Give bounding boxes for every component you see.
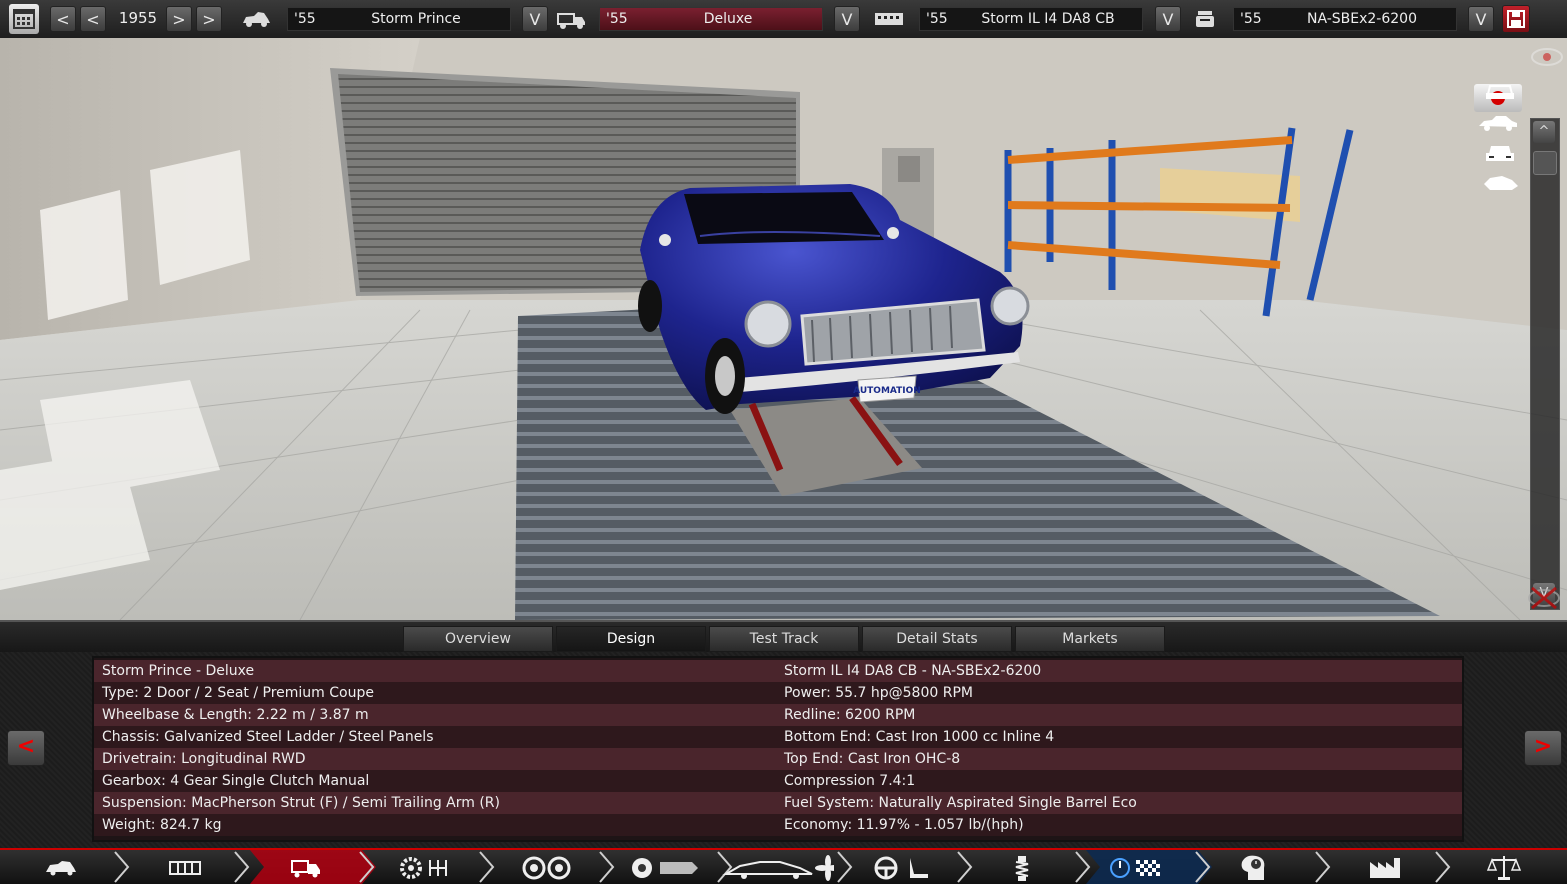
- engine-spec-top-end: Top End: Cast Iron OHC-8: [784, 751, 961, 767]
- eye-icon[interactable]: [1530, 46, 1564, 68]
- model-dropdown-button[interactable]: V: [522, 6, 548, 32]
- engine-spec-compression: Compression 7.4:1: [784, 773, 916, 789]
- engine-variant-icon: [1190, 8, 1222, 30]
- bottom-nav: [0, 848, 1567, 884]
- engine-variant-dropdown-button[interactable]: V: [1468, 6, 1494, 32]
- trim-year: '55: [606, 11, 628, 27]
- engine-spec-fuel-system: Fuel System: Naturally Aspirated Single …: [784, 795, 1137, 811]
- model-selector[interactable]: '55 Storm Prince: [287, 7, 511, 31]
- perspective-view-icon[interactable]: [1478, 170, 1522, 196]
- info-panel: < > Storm Prince - Deluxe Storm IL I4 DA8…: [0, 652, 1567, 848]
- spec-row: Gearbox: 4 Gear Single Clutch Manual Comp…: [94, 770, 1462, 792]
- info-prev-button[interactable]: <: [7, 730, 45, 766]
- year-prev-fast-button[interactable]: <: [80, 6, 106, 32]
- save-icon[interactable]: [1502, 5, 1530, 33]
- spec-row: Type: 2 Door / 2 Seat / Premium Coupe Pow…: [94, 682, 1462, 704]
- factory-icon[interactable]: [1332, 850, 1446, 884]
- car-spec-gearbox: Gearbox: 4 Gear Single Clutch Manual: [102, 773, 370, 789]
- rear-view-icon[interactable]: [1478, 140, 1522, 166]
- tab-design[interactable]: Design: [556, 626, 706, 652]
- drivetrain-gear-icon[interactable]: [376, 850, 490, 884]
- engine-spec-economy: Economy: 11.97% - 1.057 lb/(hph): [784, 817, 1024, 833]
- scroll-thumb[interactable]: [1533, 151, 1557, 175]
- year-label: 1955: [118, 9, 158, 27]
- tab-overview[interactable]: Overview: [403, 626, 553, 652]
- market-balance-icon[interactable]: [1450, 850, 1564, 884]
- body-aero-icon[interactable]: [720, 850, 834, 884]
- engineering-time-icon[interactable]: [1212, 850, 1326, 884]
- engine-variant-selector[interactable]: '55 NA-SBEx2-6200: [1233, 7, 1457, 31]
- engine-family-dropdown-button[interactable]: V: [1155, 6, 1181, 32]
- chassis-icon[interactable]: [128, 850, 242, 884]
- model-year: '55: [294, 11, 316, 27]
- car-model-icon: [240, 8, 272, 30]
- suspension-icon[interactable]: [972, 850, 1086, 884]
- car-spec-drivetrain: Drivetrain: Longitudinal RWD: [102, 751, 306, 767]
- engine-variant-year: '55: [1240, 11, 1262, 27]
- model-name: Storm Prince: [371, 11, 461, 27]
- garage-viewport[interactable]: AUTOMATION ^ V: [0, 38, 1567, 620]
- info-tabs: Overview Design Test Track Detail Stats …: [0, 620, 1567, 654]
- spec-row: Weight: 824.7 kg Economy: 11.97% - 1.057 …: [94, 814, 1462, 836]
- engine-family-name: Storm IL I4 DA8 CB: [981, 11, 1115, 27]
- hide-ui-icon[interactable]: [1526, 584, 1562, 612]
- test-track-icon[interactable]: [1090, 850, 1204, 884]
- tab-test-track[interactable]: Test Track: [709, 626, 859, 652]
- trim-dropdown-button[interactable]: V: [834, 6, 860, 32]
- spec-row: Storm Prince - Deluxe Storm IL I4 DA8 CB …: [94, 660, 1462, 682]
- license-plate: AUTOMATION: [853, 386, 921, 396]
- year-prev-button[interactable]: <: [50, 6, 76, 32]
- engine-family-selector[interactable]: '55 Storm IL I4 DA8 CB: [919, 7, 1143, 31]
- spec-row: Chassis: Galvanized Steel Ladder / Steel…: [94, 726, 1462, 748]
- car-spec-wheelbase: Wheelbase & Length: 2.22 m / 3.87 m: [102, 707, 369, 723]
- year-next-fast-button[interactable]: >: [196, 6, 222, 32]
- calendar-icon[interactable]: [9, 4, 39, 34]
- car-spec-type: Type: 2 Door / 2 Seat / Premium Coupe: [102, 685, 374, 701]
- tab-detail-stats[interactable]: Detail Stats: [862, 626, 1012, 652]
- side-view-icon[interactable]: [1476, 110, 1520, 136]
- trim-selector[interactable]: '55 Deluxe: [599, 7, 823, 31]
- top-bar: < < 1955 > > '55 Storm Prince V '55 Delu…: [0, 0, 1567, 39]
- spec-row: Drivetrain: Longitudinal RWD Top End: Cas…: [94, 748, 1462, 770]
- brakes-icon[interactable]: [614, 850, 728, 884]
- engine-spec-power: Power: 55.7 hp@5800 RPM: [784, 685, 973, 701]
- trim-name: Deluxe: [703, 11, 753, 27]
- car-spec-name: Storm Prince - Deluxe: [102, 663, 255, 679]
- trim-icon[interactable]: [250, 850, 364, 884]
- car-spec-chassis: Chassis: Galvanized Steel Ladder / Steel…: [102, 729, 434, 745]
- car-model-icon[interactable]: [0, 850, 114, 884]
- engine-block-icon: [873, 8, 905, 30]
- engine-variant-name: NA-SBEx2-6200: [1306, 11, 1417, 27]
- year-next-button[interactable]: >: [166, 6, 192, 32]
- engine-family-year: '55: [926, 11, 948, 27]
- interior-icon[interactable]: [852, 850, 966, 884]
- zoom-scrollbar[interactable]: ^ V: [1530, 118, 1560, 610]
- info-next-button[interactable]: >: [1524, 730, 1562, 766]
- scroll-up-button[interactable]: ^: [1533, 121, 1555, 143]
- engine-spec-name: Storm IL I4 DA8 CB - NA-SBEx2-6200: [784, 663, 1042, 679]
- front-view-icon[interactable]: [1478, 78, 1522, 104]
- spec-table: Storm Prince - Deluxe Storm IL I4 DA8 CB …: [92, 656, 1464, 842]
- car-spec-weight: Weight: 824.7 kg: [102, 817, 222, 833]
- engine-spec-bottom-end: Bottom End: Cast Iron 1000 cc Inline 4: [784, 729, 1055, 745]
- tab-markets[interactable]: Markets: [1015, 626, 1165, 652]
- spec-row: Suspension: MacPherson Strut (F) / Semi …: [94, 792, 1462, 814]
- trim-icon: [555, 8, 587, 30]
- car-spec-suspension: Suspension: MacPherson Strut (F) / Semi …: [102, 795, 500, 811]
- spec-row: Wheelbase & Length: 2.22 m / 3.87 m Redli…: [94, 704, 1462, 726]
- wheels-icon[interactable]: [494, 850, 608, 884]
- engine-spec-redline: Redline: 6200 RPM: [784, 707, 916, 723]
